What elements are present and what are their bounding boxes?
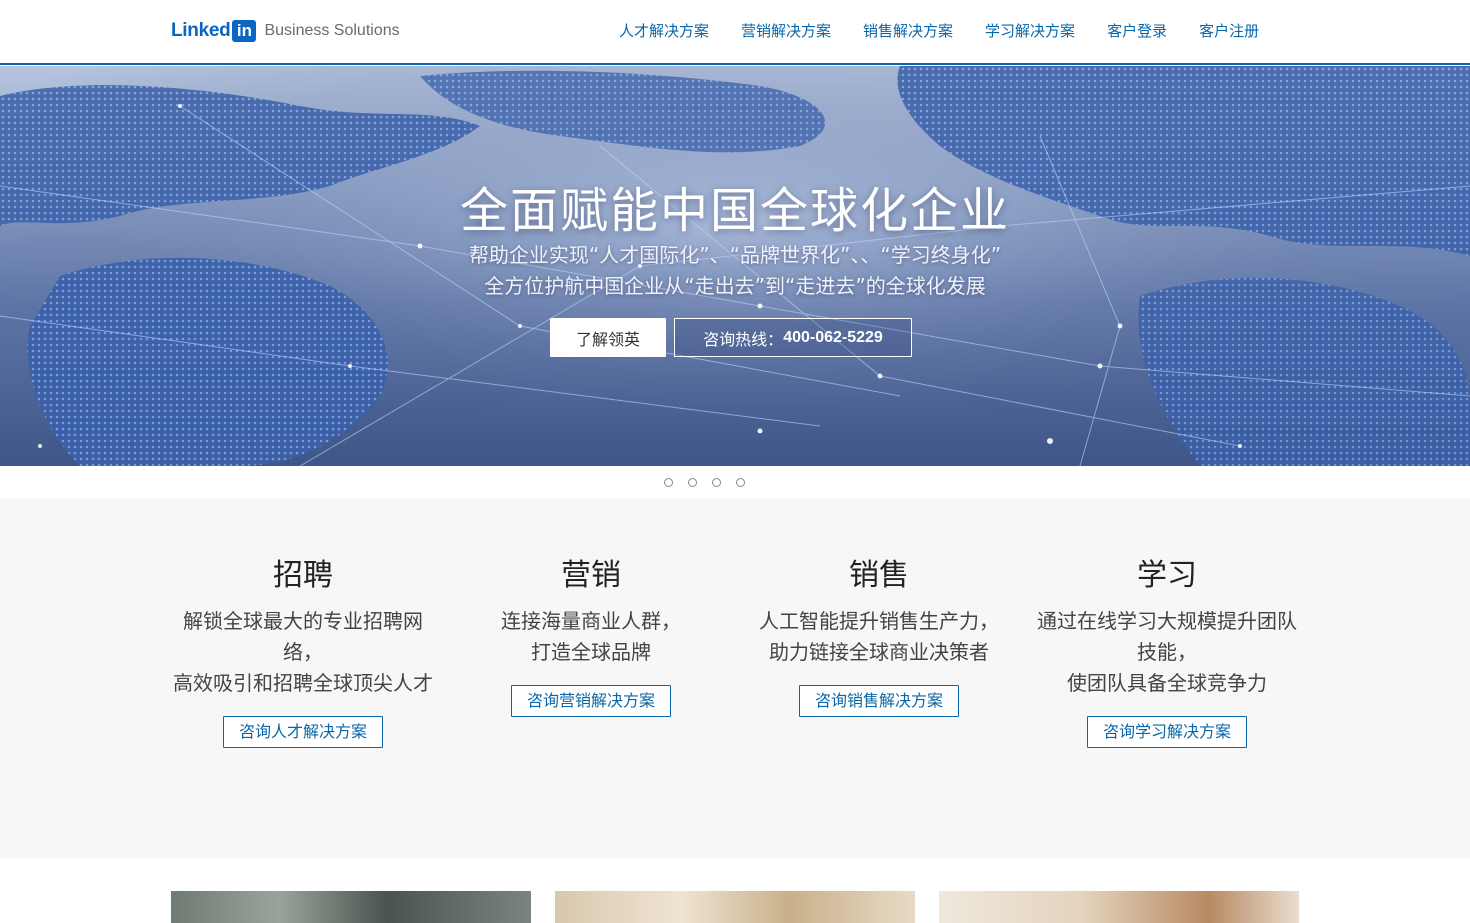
- solution-learning: 学习 通过在线学习大规模提升团队 技能， 使团队具备全球竞争力 咨询学习解决方案: [1023, 556, 1311, 748]
- logo-subtitle: Business Solutions: [264, 22, 400, 39]
- consult-talent-button[interactable]: 咨询人才解决方案: [222, 716, 383, 748]
- consult-marketing-button[interactable]: 咨询营销解决方案: [510, 685, 671, 717]
- meeting-photo-card[interactable]: [555, 891, 915, 923]
- nav-customer-register[interactable]: 客户注册: [1199, 20, 1259, 41]
- desc-line: 人工智能提升销售生产力，: [759, 609, 999, 633]
- solution-marketing: 营销 连接海量商业人群， 打造全球品牌 咨询营销解决方案: [447, 556, 735, 717]
- hero-banner: 全面赋能中国全球化企业 帮助企业实现“人才国际化”、“品牌世界化”、、“学习终身…: [0, 66, 1470, 466]
- hero-buttons: 了解领英 咨询热线： 400-062-5229: [550, 318, 912, 357]
- solutions-section: 招聘 解锁全球最大的专业招聘网 络， 高效吸引和招聘全球顶尖人才 咨询人才解决方…: [0, 498, 1470, 858]
- desc-line: 使团队具备全球竞争力: [1067, 671, 1267, 695]
- desc-line: 高效吸引和招聘全球顶尖人才: [173, 671, 433, 695]
- nav-customer-login[interactable]: 客户登录: [1107, 20, 1167, 41]
- nav-learning-solutions[interactable]: 学习解决方案: [985, 20, 1075, 41]
- nav-talent-solutions[interactable]: 人才解决方案: [619, 20, 709, 41]
- hotline-label: 咨询热线：: [703, 329, 784, 349]
- nav-marketing-solutions[interactable]: 营销解决方案: [741, 20, 831, 41]
- site-header: Linked in Business Solutions 人才解决方案 营销解决…: [0, 0, 1470, 65]
- person-photo-card[interactable]: [939, 891, 1299, 923]
- solution-description: 人工智能提升销售生产力， 助力链接全球商业决策者: [735, 606, 1023, 668]
- logo-in-badge: in: [232, 20, 257, 42]
- solution-title: 招聘: [273, 558, 333, 593]
- carousel-dot[interactable]: [688, 478, 697, 487]
- desc-line: 连接海量商业人群，: [501, 609, 681, 633]
- office-photo-card[interactable]: [171, 891, 531, 923]
- solution-title: 销售: [849, 558, 909, 593]
- desc-line: 助力链接全球商业决策者: [769, 640, 989, 664]
- solution-title: 营销: [561, 558, 621, 593]
- desc-line: 打造全球品牌: [531, 640, 651, 664]
- hotline-button[interactable]: 咨询热线： 400-062-5229: [674, 318, 912, 357]
- solution-recruiting: 招聘 解锁全球最大的专业招聘网 络， 高效吸引和招聘全球顶尖人才 咨询人才解决方…: [159, 556, 447, 748]
- main-nav: 人才解决方案 营销解决方案 销售解决方案 学习解决方案 客户登录 客户注册: [619, 20, 1291, 41]
- desc-line: 通过在线学习大规模提升团队: [1037, 609, 1297, 633]
- carousel-dot[interactable]: [736, 478, 745, 487]
- solution-sales: 销售 人工智能提升销售生产力， 助力链接全球商业决策者 咨询销售解决方案: [735, 556, 1023, 717]
- consult-sales-button[interactable]: 咨询销售解决方案: [798, 685, 959, 717]
- solution-description: 连接海量商业人群， 打造全球品牌: [447, 606, 735, 668]
- consult-learning-button[interactable]: 咨询学习解决方案: [1086, 716, 1247, 748]
- hotline-number: 400-062-5229: [783, 328, 883, 346]
- desc-line: 解锁全球最大的专业招聘网: [183, 609, 423, 633]
- nav-sales-solutions[interactable]: 销售解决方案: [863, 20, 953, 41]
- solution-description: 解锁全球最大的专业招聘网 络， 高效吸引和招聘全球顶尖人才: [159, 606, 447, 699]
- learn-linkedin-button[interactable]: 了解领英: [550, 318, 666, 357]
- carousel-pagination: [664, 478, 760, 487]
- desc-line: 技能，: [1137, 640, 1197, 664]
- carousel-dot[interactable]: [664, 478, 673, 487]
- carousel-dot[interactable]: [712, 478, 721, 487]
- hero-subtitle-line-1: 帮助企业实现“人才国际化”、“品牌世界化”、、“学习终身化”: [468, 243, 1002, 267]
- hero-title: 全面赋能中国全球化企业: [459, 183, 1010, 239]
- linkedin-logo[interactable]: Linked in Business Solutions: [171, 19, 400, 43]
- logo-wordmark: Linked: [171, 20, 231, 41]
- solution-title: 学习: [1137, 558, 1197, 593]
- hero-subtitle-line-2: 全方位护航中国企业从“走出去”到“走进去”的全球化发展: [484, 274, 986, 298]
- desc-line: 络，: [283, 640, 323, 664]
- solution-description: 通过在线学习大规模提升团队 技能， 使团队具备全球竞争力: [1023, 606, 1311, 699]
